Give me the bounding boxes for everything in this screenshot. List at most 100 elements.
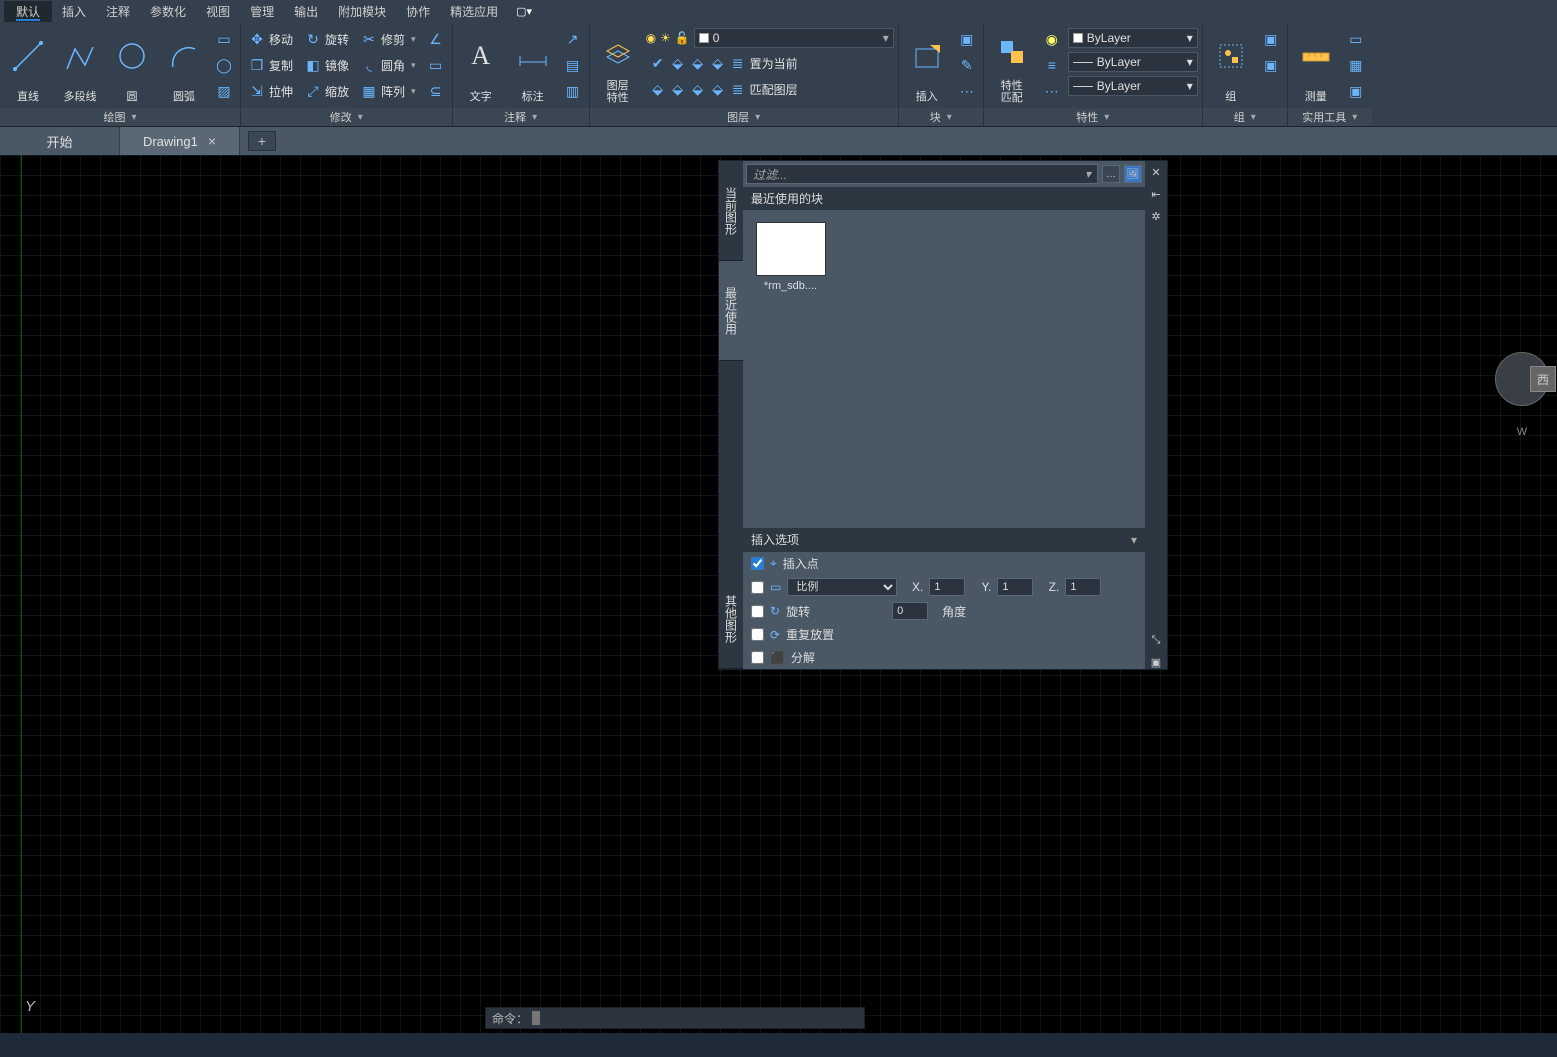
insertion-point-checkbox[interactable]: [751, 557, 764, 570]
tab-start[interactable]: 开始: [0, 127, 120, 155]
menu-output[interactable]: 输出: [284, 1, 328, 22]
color-dropdown[interactable]: ByLayer▾: [1068, 28, 1198, 48]
polyline-button[interactable]: 多段线: [56, 24, 104, 104]
vtab-other-drawing[interactable]: 其他图形: [719, 569, 743, 669]
close-icon[interactable]: ✕: [1149, 165, 1163, 179]
block-ext-3[interactable]: ⋯: [955, 80, 979, 102]
dimension-button[interactable]: 标注: [509, 24, 557, 104]
extra-draw-3[interactable]: ▨: [212, 80, 236, 102]
scale-x-input[interactable]: [929, 578, 965, 596]
scale-y-input[interactable]: [997, 578, 1033, 596]
layer-properties-button[interactable]: 图层 特性: [594, 24, 642, 104]
util-ext-2[interactable]: ▦: [1344, 54, 1368, 76]
layer-state-icon-3[interactable]: 🔓: [675, 31, 690, 45]
line-button[interactable]: 直线: [4, 24, 52, 104]
chevron-down-icon[interactable]: [1249, 111, 1256, 123]
command-line[interactable]: 命令：: [485, 1007, 865, 1029]
group-button[interactable]: 组: [1207, 24, 1255, 104]
scale-mode-dropdown[interactable]: 比例: [787, 578, 897, 596]
chevron-down-icon[interactable]: [1102, 111, 1109, 123]
extra-draw-2[interactable]: ◯: [212, 54, 236, 76]
arc-button[interactable]: 圆弧: [160, 24, 208, 104]
vtab-recent[interactable]: 最近使用: [719, 261, 743, 361]
layer-dropdown[interactable]: 0 ▾: [694, 28, 894, 48]
menu-addins[interactable]: 附加模块: [328, 1, 396, 22]
anchor-icon[interactable]: ▣: [1149, 655, 1163, 669]
block-item[interactable]: *rm_sdb....: [753, 220, 828, 294]
menu-view[interactable]: 视图: [196, 1, 240, 22]
insert-options-header[interactable]: 插入选项 ▾: [743, 528, 1145, 551]
circle-button[interactable]: 圆: [108, 24, 156, 104]
tab-drawing1[interactable]: Drawing1 ×: [120, 127, 240, 155]
menu-collab[interactable]: 协作: [396, 1, 440, 22]
chevron-down-icon[interactable]: [356, 111, 363, 123]
mirror-button[interactable]: ◧镜像: [301, 54, 353, 76]
prop-ext-1[interactable]: ◉: [1040, 28, 1064, 50]
repeat-checkbox[interactable]: [751, 628, 764, 641]
chevron-down-icon[interactable]: [129, 111, 136, 123]
menu-manage[interactable]: 管理: [240, 1, 284, 22]
modify-extra-3[interactable]: ⊆: [424, 80, 448, 102]
collapse-icon[interactable]: ⇤: [1149, 187, 1163, 201]
browse-button[interactable]: …: [1102, 165, 1120, 183]
rotation-input[interactable]: [892, 602, 928, 620]
viewcube-face-west[interactable]: 西: [1530, 366, 1556, 392]
measure-button[interactable]: 测量: [1292, 24, 1340, 104]
add-tab-button[interactable]: +: [248, 131, 276, 151]
filter-input[interactable]: 过滤... ▾: [746, 164, 1098, 184]
scale-checkbox[interactable]: [751, 581, 764, 594]
close-icon[interactable]: ×: [208, 133, 216, 149]
anno-ext-1[interactable]: ↗: [561, 28, 585, 50]
group-ext-2[interactable]: ▣: [1259, 54, 1283, 76]
chevron-down-icon[interactable]: [753, 111, 760, 123]
menu-featured[interactable]: 精选应用: [440, 1, 508, 22]
menu-overflow[interactable]: ▢▾: [516, 5, 532, 18]
array-button[interactable]: ▦阵列▾: [357, 80, 420, 102]
util-ext-3[interactable]: ▣: [1344, 80, 1368, 102]
settings-icon[interactable]: ✲: [1149, 209, 1163, 223]
layer-state-icon-1[interactable]: ◉: [646, 31, 656, 45]
block-ext-1[interactable]: ▣: [955, 28, 979, 50]
layer-state-icon-2[interactable]: ☀: [660, 31, 671, 45]
palette-vertical-tabs: 当前图形 最近使用 其他图形: [719, 161, 743, 669]
modify-extra-1[interactable]: ∠: [424, 28, 448, 50]
anno-ext-2[interactable]: ▤: [561, 54, 585, 76]
rotate-button[interactable]: ↻旋转: [301, 28, 353, 50]
group-ext-1[interactable]: ▣: [1259, 28, 1283, 50]
extra-draw-1[interactable]: ▭: [212, 28, 236, 50]
match-layer-button[interactable]: ⬙ ⬙ ⬙ ⬙ ≣ 匹配图层: [646, 78, 894, 100]
explode-checkbox[interactable]: [751, 651, 764, 664]
insert-block-button[interactable]: 插入: [903, 24, 951, 104]
chevron-down-icon[interactable]: [530, 111, 537, 123]
scale-z-input[interactable]: [1065, 578, 1101, 596]
linetype-dropdown[interactable]: ByLayer▾: [1068, 76, 1198, 96]
menu-insert[interactable]: 插入: [52, 1, 96, 22]
fillet-button[interactable]: ◟圆角▾: [357, 54, 420, 76]
text-button[interactable]: A 文字: [457, 24, 505, 104]
menu-annotate[interactable]: 注释: [96, 1, 140, 22]
util-ext-1[interactable]: ▭: [1344, 28, 1368, 50]
chevron-down-icon[interactable]: [1350, 111, 1357, 123]
scale-button[interactable]: ⤢缩放: [301, 80, 353, 102]
stretch-button[interactable]: ⇲拉伸: [245, 80, 297, 102]
modify-extra-2[interactable]: ▭: [424, 54, 448, 76]
copy-button[interactable]: ❐复制: [245, 54, 297, 76]
menu-default[interactable]: 默认: [4, 1, 52, 22]
thumbnail-view-button[interactable]: 🖼: [1124, 165, 1142, 183]
anno-ext-3[interactable]: ▥: [561, 80, 585, 102]
match-properties-button[interactable]: 特性 匹配: [988, 24, 1036, 104]
prop-ext-3[interactable]: ⋯: [1040, 80, 1064, 102]
block-ext-2[interactable]: ✎: [955, 54, 979, 76]
viewcube[interactable]: 西 W: [1487, 335, 1557, 455]
move-button[interactable]: ✥移动: [245, 28, 297, 50]
dock-icon[interactable]: ⤡: [1149, 633, 1163, 647]
viewcube-ring[interactable]: 西: [1495, 352, 1549, 406]
lineweight-dropdown[interactable]: ByLayer▾: [1068, 52, 1198, 72]
prop-ext-2[interactable]: ≡: [1040, 54, 1064, 76]
trim-button[interactable]: ✂修剪▾: [357, 28, 420, 50]
chevron-down-icon[interactable]: [945, 111, 952, 123]
vtab-current-drawing[interactable]: 当前图形: [719, 161, 743, 261]
rotation-checkbox[interactable]: [751, 605, 764, 618]
menu-parametric[interactable]: 参数化: [140, 1, 196, 22]
set-current-layer-button[interactable]: ✔ ⬙ ⬙ ⬙ ≣ 置为当前: [646, 52, 894, 74]
